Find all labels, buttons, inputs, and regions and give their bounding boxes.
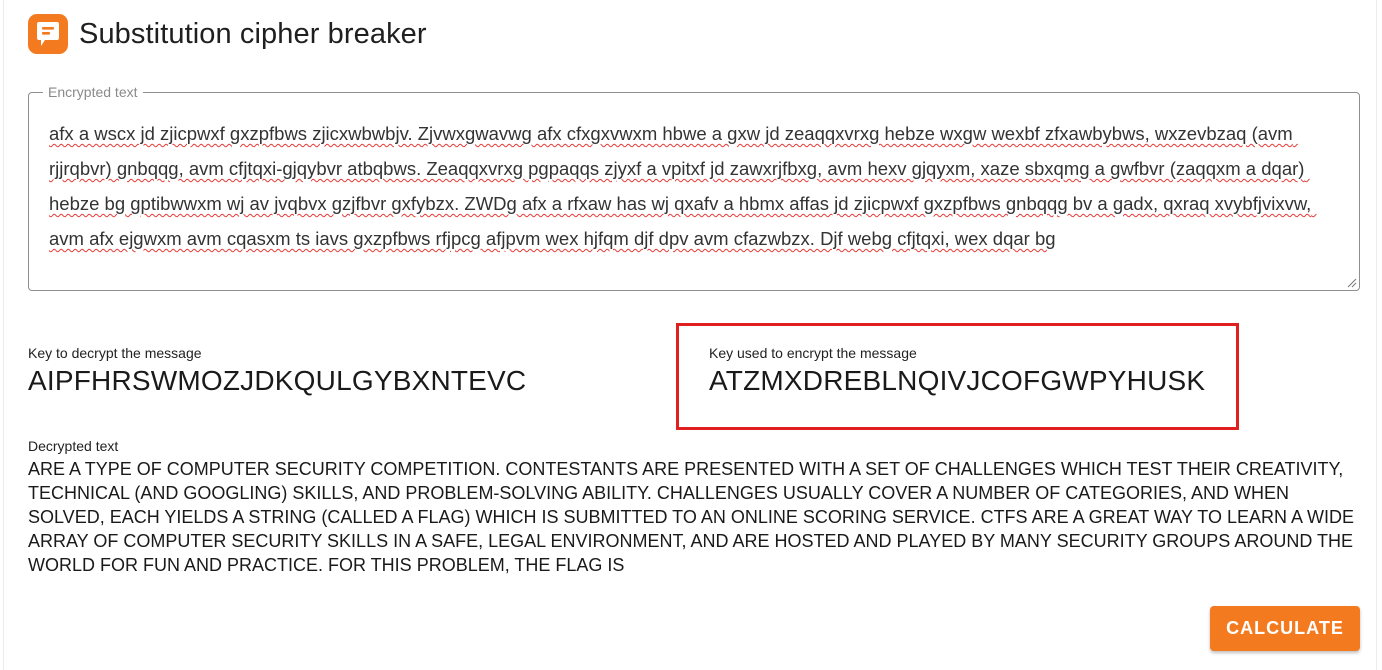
decrypt-key-value: AIPFHRSWMOZJDKQULGYBXNTEVC: [28, 365, 527, 396]
resize-handle-icon[interactable]: [1347, 278, 1357, 288]
page-title: Substitution cipher breaker: [79, 17, 427, 50]
encrypted-text-input[interactable]: afx a wscx jd zjicpwxf gxzpfbws zjicxwbw…: [49, 116, 1349, 296]
decrypted-text-output: ARE A TYPE OF COMPUTER SECURITY COMPETIT…: [28, 459, 1355, 575]
app-header: Substitution cipher breaker: [28, 14, 427, 54]
encrypted-text-label: Encrypted text: [48, 84, 138, 100]
encrypt-key-section: Key used to encrypt the message ATZMXDRE…: [709, 345, 1205, 397]
decrypt-key-section: Key to decrypt the message AIPFHRSWMOZJD…: [28, 345, 526, 397]
speech-bubble-icon: [28, 14, 68, 54]
calculate-button[interactable]: CALCULATE: [1210, 606, 1360, 651]
decrypted-text-label: Decrypted text: [28, 438, 119, 454]
encrypted-text-field: Encrypted text afx a wscx jd zjicpwxf gx…: [28, 84, 1360, 296]
decrypt-key-label: Key to decrypt the message: [28, 345, 202, 361]
main-card: Substitution cipher breaker Encrypted te…: [3, 0, 1377, 670]
encrypt-key-label: Key used to encrypt the message: [709, 345, 917, 361]
encrypt-key-value: ATZMXDREBLNQIVJCOFGWPYHUSK: [709, 365, 1206, 396]
